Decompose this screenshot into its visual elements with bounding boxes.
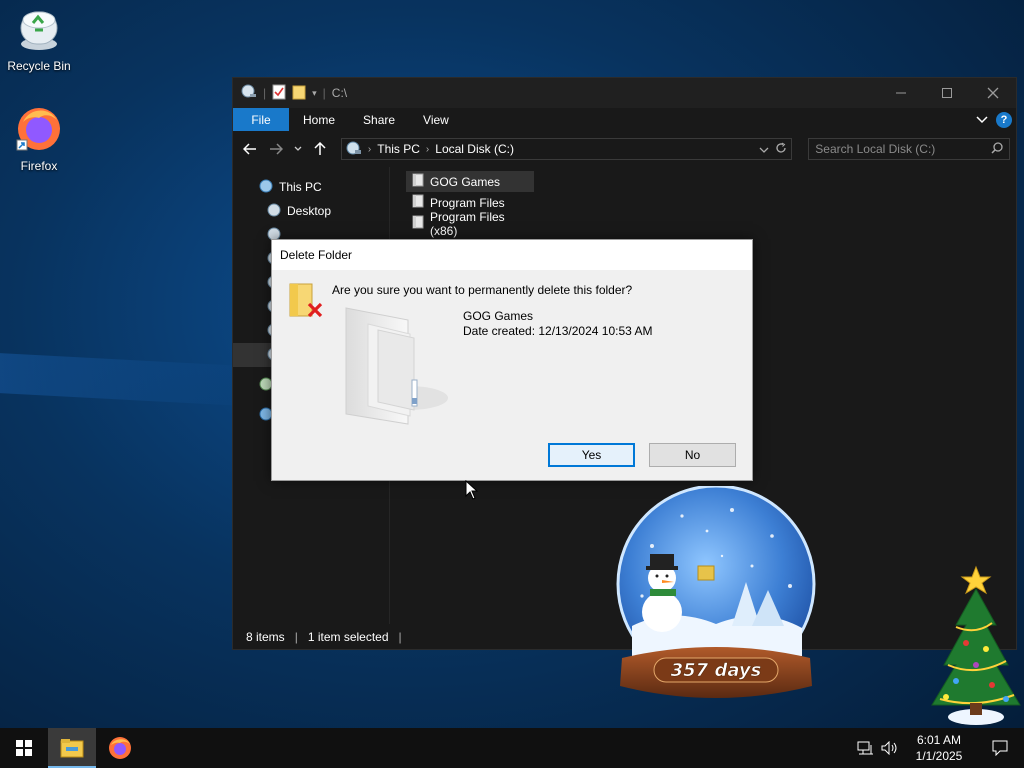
system-tray: 6:01 AM 1/1/2025 xyxy=(854,728,1024,768)
file-explorer-icon xyxy=(60,739,84,758)
firefox-icon xyxy=(109,737,131,759)
tab-file[interactable]: File xyxy=(233,108,289,131)
desktop-icon-label: Recycle Bin xyxy=(7,59,71,73)
selection-count: 1 item selected xyxy=(307,629,389,644)
search-placeholder: Search Local Disk (C:) xyxy=(815,142,936,156)
address-bar[interactable]: › This PC › Local Disk (C:) xyxy=(340,138,793,160)
nav-item-label: Desktop xyxy=(287,204,332,218)
folder-preview-icon xyxy=(338,306,450,435)
yes-button[interactable]: Yes xyxy=(548,443,635,467)
windows-logo-icon xyxy=(16,740,32,756)
volume-icon[interactable] xyxy=(878,741,902,755)
forward-button[interactable] xyxy=(265,143,287,155)
tab-view[interactable]: View xyxy=(409,108,463,131)
tab-home[interactable]: Home xyxy=(289,108,349,131)
clock-date: 1/1/2025 xyxy=(915,749,963,763)
new-folder-icon[interactable] xyxy=(292,84,306,103)
desktop-icon-firefox[interactable]: Firefox xyxy=(1,104,77,173)
folder-icon xyxy=(412,194,424,211)
window-title: C:\ xyxy=(331,86,348,100)
help-icon[interactable]: ? xyxy=(996,111,1012,128)
recent-locations-button[interactable] xyxy=(291,146,305,152)
recycle-bin-icon xyxy=(1,6,77,55)
file-name: Program Files (x86) xyxy=(430,209,505,238)
item-count: 8 items xyxy=(246,629,285,644)
mouse-cursor-icon xyxy=(465,479,479,503)
minimize-button[interactable] xyxy=(878,78,924,108)
customize-toolbar-icon[interactable]: ▾ xyxy=(312,88,317,99)
maximize-button[interactable] xyxy=(924,78,970,108)
this-pc-icon xyxy=(346,141,362,158)
explorer-app-icon xyxy=(241,84,257,103)
firefox-icon xyxy=(1,104,77,155)
delete-folder-dialog: Delete Folder Are you sure you want to p… xyxy=(271,239,753,481)
expand-ribbon-icon[interactable] xyxy=(976,113,988,127)
up-arrow-icon xyxy=(314,142,326,155)
nav-item-this-pc[interactable]: This PC xyxy=(233,175,389,199)
close-button[interactable] xyxy=(970,78,1016,108)
snow-globe-widget[interactable]: 357 days xyxy=(612,484,822,704)
maximize-icon xyxy=(942,88,952,98)
desktop-icon xyxy=(267,203,281,220)
wallpaper-light-ray xyxy=(0,353,260,407)
separator: | xyxy=(294,629,298,644)
search-input[interactable]: Search Local Disk (C:) xyxy=(808,138,1010,160)
dialog-title: Delete Folder xyxy=(272,240,752,270)
dialog-question: Are you sure you want to permanently del… xyxy=(332,283,633,297)
christmas-tree-widget[interactable] xyxy=(926,565,1022,730)
refresh-icon[interactable] xyxy=(775,142,787,157)
file-name: GOG Games xyxy=(430,174,501,189)
clock-time: 6:01 AM xyxy=(916,733,962,747)
folder-icon xyxy=(412,173,424,190)
desktop-icon-label: Firefox xyxy=(20,159,58,173)
network-icon[interactable] xyxy=(854,741,878,755)
title-bar: | ▾ | C:\ xyxy=(233,78,1016,108)
start-button[interactable] xyxy=(0,728,48,768)
list-item[interactable]: GOG Games xyxy=(406,171,534,192)
chevron-down-icon xyxy=(294,146,302,151)
notification-icon xyxy=(992,740,1008,756)
minimize-icon xyxy=(896,92,906,94)
list-item[interactable]: Program Files (x86) xyxy=(406,210,534,238)
quick-access-toolbar: | ▾ | xyxy=(241,84,326,103)
back-button[interactable] xyxy=(239,143,261,155)
nav-item-label: This PC xyxy=(279,180,322,194)
search-icon xyxy=(991,141,1003,157)
properties-icon[interactable] xyxy=(272,84,286,103)
ribbon-tabs: File Home Share View ? xyxy=(233,108,1016,131)
tab-share[interactable]: Share xyxy=(349,108,409,131)
folder-icon xyxy=(412,215,424,232)
folder-name: GOG Games xyxy=(463,309,534,323)
notification-center-button[interactable] xyxy=(976,740,1024,756)
desktop-icon-recycle-bin[interactable]: Recycle Bin xyxy=(1,6,77,73)
navigation-bar: › This PC › Local Disk (C:) Search Local… xyxy=(233,131,1016,167)
file-name: Program Files xyxy=(430,195,505,210)
separator: | xyxy=(322,86,326,100)
close-icon xyxy=(987,87,999,99)
separator: | xyxy=(263,86,267,100)
nav-item-desktop[interactable]: Desktop xyxy=(233,199,389,223)
delete-folder-icon xyxy=(289,282,323,323)
forward-arrow-icon xyxy=(269,143,283,155)
this-pc-icon xyxy=(259,179,273,196)
no-button[interactable]: No xyxy=(649,443,736,467)
days-counter: 357 days xyxy=(671,660,762,681)
address-dropdown-icon[interactable] xyxy=(759,142,769,157)
breadcrumb-local-disk[interactable]: Local Disk (C:) xyxy=(435,142,514,156)
back-arrow-icon xyxy=(242,143,256,155)
taskbar-firefox[interactable] xyxy=(96,728,144,768)
breadcrumb-separator-icon: › xyxy=(367,143,372,155)
breadcrumb-separator-icon: › xyxy=(425,143,430,155)
separator: | xyxy=(398,629,402,644)
folder-date-created: Date created: 12/13/2024 10:53 AM xyxy=(463,324,653,338)
taskbar: 6:01 AM 1/1/2025 xyxy=(0,728,1024,768)
up-button[interactable] xyxy=(309,142,331,156)
clock[interactable]: 6:01 AM 1/1/2025 xyxy=(902,732,976,764)
breadcrumb-this-pc[interactable]: This PC xyxy=(377,142,420,156)
taskbar-file-explorer[interactable] xyxy=(48,728,96,768)
